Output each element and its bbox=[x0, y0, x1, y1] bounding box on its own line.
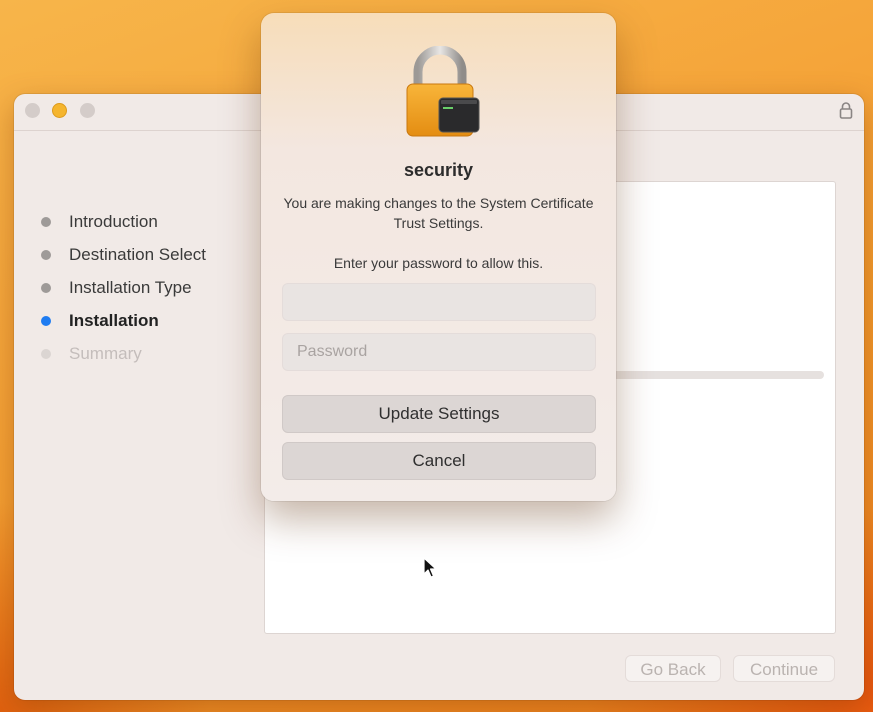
step-bullet bbox=[41, 282, 51, 293]
close-window-button[interactable] bbox=[25, 103, 40, 118]
update-settings-button[interactable]: Update Settings bbox=[282, 395, 596, 433]
dialog-prompt: Enter your password to allow this. bbox=[333, 255, 544, 271]
dialog-title: security bbox=[403, 160, 474, 180]
step-label: Installation Type bbox=[69, 277, 192, 297]
step-summary: Summary bbox=[38, 337, 206, 370]
step-bullet-active bbox=[41, 315, 51, 326]
installer-steps: Introduction Destination Select Installa… bbox=[38, 205, 206, 370]
lock-icon[interactable] bbox=[839, 101, 853, 119]
step-label: Destination Select bbox=[69, 244, 207, 264]
step-installation-type: Installation Type bbox=[38, 271, 206, 304]
step-installation: Installation bbox=[38, 304, 206, 337]
step-bullet bbox=[41, 216, 51, 227]
username-field[interactable] bbox=[282, 283, 596, 321]
mouse-pointer-icon bbox=[423, 557, 437, 578]
zoom-window-button[interactable] bbox=[80, 103, 95, 118]
cancel-button[interactable]: Cancel bbox=[282, 442, 596, 480]
step-label: Summary bbox=[69, 343, 142, 363]
continue-button[interactable]: Continue bbox=[733, 655, 835, 682]
step-label: Installation bbox=[69, 310, 159, 330]
step-destination-select: Destination Select bbox=[38, 238, 206, 271]
auth-dialog: security You are making changes to the S… bbox=[261, 13, 616, 501]
password-field[interactable] bbox=[282, 333, 596, 371]
step-label: Introduction bbox=[69, 211, 158, 231]
go-back-button[interactable]: Go Back bbox=[625, 655, 721, 682]
dialog-message: You are making changes to the System Cer… bbox=[283, 195, 594, 231]
step-bullet bbox=[41, 348, 51, 359]
lock-terminal-icon bbox=[406, 46, 480, 137]
step-bullet bbox=[41, 249, 51, 260]
minimize-window-button[interactable] bbox=[52, 103, 67, 118]
step-introduction: Introduction bbox=[38, 205, 206, 238]
